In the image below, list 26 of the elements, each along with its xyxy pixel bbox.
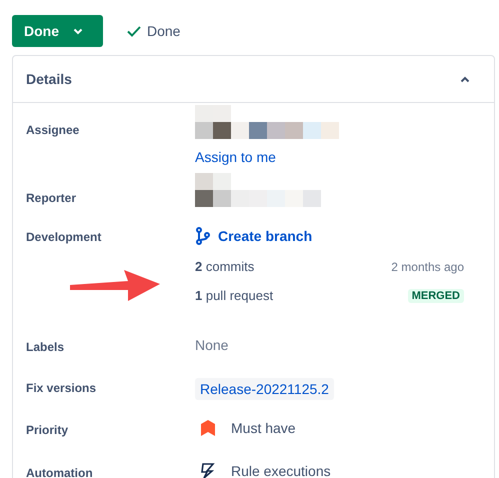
timestamp: 2 months ago xyxy=(391,260,464,274)
field-label: Development xyxy=(26,229,102,244)
priority-icon xyxy=(201,420,215,436)
assign-to-me-link[interactable]: Assign to me xyxy=(195,149,276,165)
field-label: Reporter xyxy=(26,190,78,205)
version-tag[interactable]: Release-20221125.2 xyxy=(195,378,334,400)
field-value[interactable]: Rule executions xyxy=(231,463,331,478)
field-value[interactable]: Must have xyxy=(231,420,296,436)
checkmark-icon xyxy=(127,26,141,36)
field-label: Automation xyxy=(26,465,94,478)
field-label: Assignee xyxy=(26,122,80,137)
status-text: Done xyxy=(147,23,180,39)
branch-icon xyxy=(196,227,210,245)
chevron-icon[interactable] xyxy=(460,76,470,82)
development-item[interactable]: 2 commits xyxy=(195,259,254,274)
field-label: Labels xyxy=(26,339,66,354)
panel-title: Details xyxy=(26,71,72,87)
status-button[interactable]: Done xyxy=(12,15,103,47)
field-label: Priority xyxy=(26,422,70,437)
development-item[interactable]: 1 pull request xyxy=(195,288,274,303)
chevron-down-icon xyxy=(73,28,83,34)
lightning-icon xyxy=(201,463,215,478)
create-branch-link[interactable]: Create branch xyxy=(196,227,312,245)
field-value[interactable]: None xyxy=(195,337,228,353)
status-lozenge: MERGED xyxy=(408,288,464,302)
field-label: Fix versions xyxy=(26,380,98,395)
